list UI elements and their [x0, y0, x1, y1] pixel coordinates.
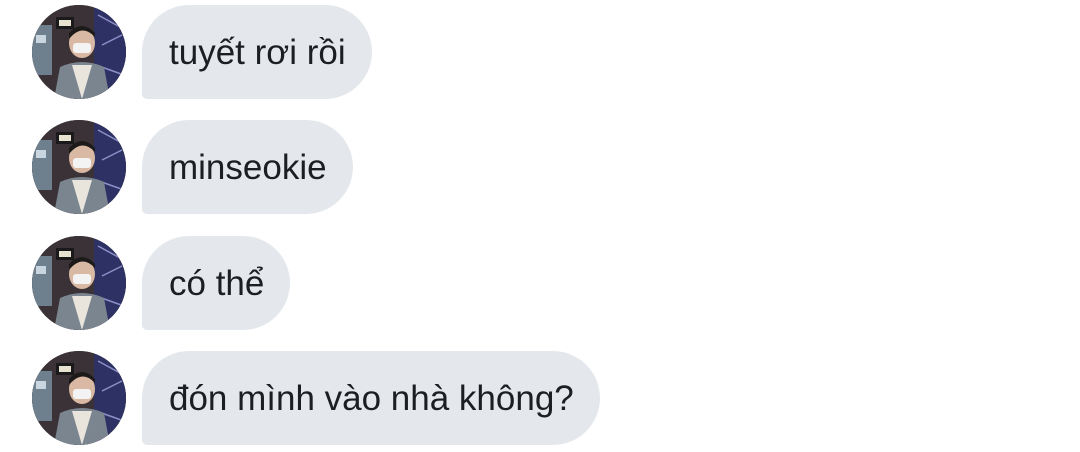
message-bubble[interactable]: có thể — [142, 236, 291, 330]
message-bubble[interactable]: tuyết rơi rồi — [142, 5, 372, 99]
message-row: có thể — [0, 236, 1080, 330]
user-avatar-icon[interactable] — [32, 5, 126, 99]
message-row: minseokie — [0, 120, 1080, 214]
message-text: minseokie — [169, 147, 327, 187]
message-row: tuyết rơi rồi — [0, 5, 1080, 99]
user-avatar-icon[interactable] — [32, 351, 126, 445]
message-text: có thể — [169, 263, 265, 303]
message-text: tuyết rơi rồi — [169, 32, 346, 72]
message-thread: tuyết rơi rồi minseokie có thể đón mình … — [0, 0, 1080, 452]
message-row: đón mình vào nhà không? — [0, 351, 1080, 445]
user-avatar-icon[interactable] — [32, 236, 126, 330]
message-bubble[interactable]: đón mình vào nhà không? — [142, 351, 600, 445]
message-text: đón mình vào nhà không? — [169, 378, 574, 418]
user-avatar-icon[interactable] — [32, 120, 126, 214]
message-bubble[interactable]: minseokie — [142, 120, 353, 214]
